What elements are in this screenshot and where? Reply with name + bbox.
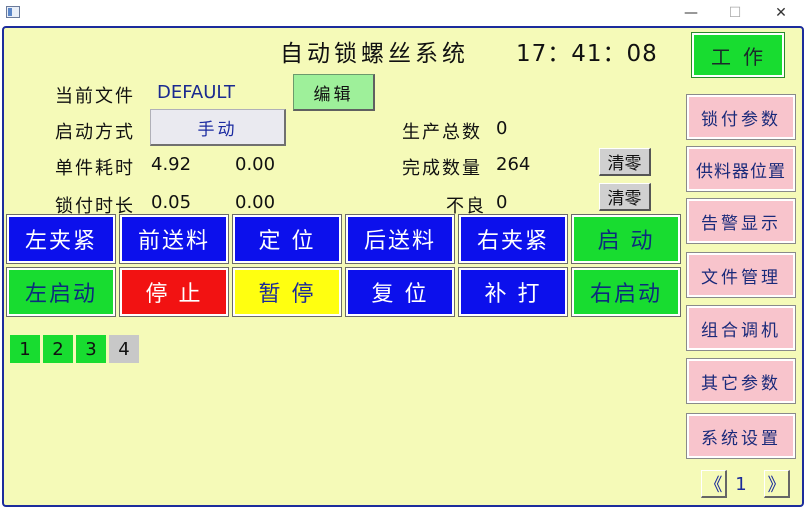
- right-clamp-button[interactable]: 右夹紧: [458, 214, 568, 264]
- rear-feed-button[interactable]: 后送料: [345, 214, 455, 264]
- sidebar-item-combo-tuning[interactable]: 组合调机: [686, 305, 796, 351]
- start-mode-selector[interactable]: 手动: [150, 109, 286, 146]
- reset-button[interactable]: 复 位: [345, 267, 455, 317]
- station-indicator-4: 4: [108, 334, 140, 364]
- left-start-button[interactable]: 左启动: [6, 267, 116, 317]
- minimize-button[interactable]: —: [668, 0, 714, 26]
- position-button[interactable]: 定 位: [232, 214, 342, 264]
- close-button[interactable]: ✕: [758, 0, 804, 26]
- done-count-value: 264: [496, 154, 531, 175]
- page-title: 自动锁螺丝系统: [280, 41, 469, 67]
- sidebar-item-system-settings[interactable]: 系统设置: [686, 413, 796, 459]
- work-button[interactable]: 工作: [691, 32, 785, 78]
- reprint-button[interactable]: 补 打: [458, 267, 568, 317]
- total-count-label: 生产总数: [402, 122, 482, 143]
- unit-time-value: 4.92: [151, 154, 192, 175]
- sidebar-item-alarm-display[interactable]: 告警显示: [686, 198, 796, 244]
- total-count-value: 0: [496, 118, 508, 139]
- unit-time-value-2: 0.00: [235, 154, 276, 175]
- lock-time-value-2: 0.00: [235, 192, 276, 213]
- front-feed-button[interactable]: 前送料: [119, 214, 229, 264]
- start-mode-label: 启动方式: [55, 122, 135, 143]
- pause-button[interactable]: 暂 停: [232, 267, 342, 317]
- window-titlebar: — ☐ ✕: [0, 0, 806, 26]
- stop-button[interactable]: 停 止: [119, 267, 229, 317]
- sidebar-item-other-params[interactable]: 其它参数: [686, 358, 796, 404]
- station-indicator-1: 1: [9, 334, 41, 364]
- clock-display: 17：41：08: [516, 41, 658, 67]
- start-button[interactable]: 启 动: [571, 214, 681, 264]
- maximize-button[interactable]: ☐: [712, 0, 758, 26]
- page-number: 1: [735, 473, 747, 495]
- sidebar-item-feeder-position[interactable]: 供料器位置: [686, 146, 796, 192]
- sidebar-item-lock-params[interactable]: 锁付参数: [686, 94, 796, 140]
- sidebar-item-file-management[interactable]: 文件管理: [686, 252, 796, 298]
- done-count-label: 完成数量: [402, 158, 482, 179]
- defect-count-value: 0: [496, 192, 508, 213]
- current-file-label: 当前文件: [55, 86, 135, 107]
- left-clamp-button[interactable]: 左夹紧: [6, 214, 116, 264]
- next-page-button[interactable]: 》: [764, 470, 790, 498]
- station-indicator-2: 2: [42, 334, 74, 364]
- edit-button[interactable]: 编辑: [293, 74, 375, 111]
- current-file-value: DEFAULT: [157, 82, 235, 103]
- right-start-button[interactable]: 右启动: [571, 267, 681, 317]
- station-indicator-3: 3: [75, 334, 107, 364]
- prev-page-button[interactable]: 《: [701, 470, 727, 498]
- clear-defect-button[interactable]: 清零: [599, 183, 651, 211]
- clear-done-button[interactable]: 清零: [599, 148, 651, 176]
- app-icon: [6, 6, 20, 18]
- unit-time-label: 单件耗时: [55, 158, 135, 179]
- lock-time-value: 0.05: [151, 192, 192, 213]
